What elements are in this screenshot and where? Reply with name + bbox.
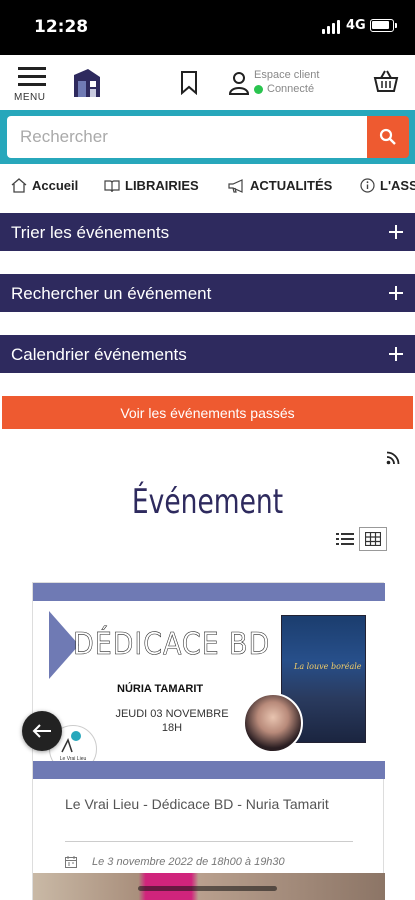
hamburger-line [18,75,46,78]
accordion-label: Calendrier événements [11,345,187,364]
page-title: Événement [131,482,284,522]
cart-icon[interactable] [373,69,399,98]
poster-date-line1: JEUDI 03 NOVEMBRE [115,708,229,720]
bookmark-icon[interactable] [180,71,198,100]
info-icon [360,178,375,193]
poster-author: NÚRIA TAMARIT [117,683,204,695]
logo-icon[interactable] [72,67,102,99]
grid-view-button[interactable] [359,527,387,551]
event-date-text: Le 3 novembre 2022 de 18h00 à 19h30 [92,856,285,868]
search-box [7,116,367,158]
menu-label: MENU [14,92,46,103]
book-cover-title: La louve boréale [294,662,362,671]
nav-item-label: ACTUALITÉS [250,178,333,193]
list-view-button[interactable] [331,527,359,551]
account-status: Connecté [254,82,319,96]
connected-dot-icon [254,84,263,94]
event-poster: DÉDICACE BD NÚRIA TAMARIT JEUDI 03 NOVEM… [33,583,385,779]
hamburger-icon [18,67,46,70]
plus-icon [389,347,403,361]
home-indicator[interactable] [138,886,277,891]
account-status-label: Connecté [267,83,315,95]
poster-date-line2: 18H [161,722,183,734]
nav-item-accueil[interactable]: Accueil [11,178,78,193]
nav-item-association[interactable]: L'ASS [360,178,415,193]
signal-icon [322,20,342,34]
nav-item-label: Accueil [32,178,79,193]
back-button[interactable] [22,711,62,751]
nav-item-label: L'ASS [380,178,415,193]
menu-button[interactable]: MENU [14,67,52,103]
plus-icon [389,225,403,239]
poster-band [33,761,385,779]
poster-headline: DÉDICACE BD [73,627,271,663]
author-portrait [243,693,303,753]
calendar-icon [65,856,77,868]
main-nav: Accueil LIBRAIRIES ACTUALITÉS L'ASS [0,164,415,208]
accordion-search-event[interactable]: Rechercher un événement [0,274,415,312]
list-icon [336,533,354,545]
past-events-button[interactable]: Voir les événements passés [2,396,413,429]
user-icon[interactable] [228,71,250,100]
event-title[interactable]: Le Vrai Lieu - Dédicace BD - Nuria Tamar… [65,797,365,812]
arrow-left-icon [32,724,51,738]
accordion-calendar[interactable]: Calendrier événements [0,335,415,373]
poster-band [33,583,385,601]
accordion-sort-events[interactable]: Trier les événements [0,213,415,251]
search-input[interactable] [7,116,367,158]
book-icon [104,179,120,192]
home-icon [11,178,27,193]
event-date: Le 3 novembre 2022 de 18h00 à 19h30 [65,856,285,868]
plus-icon [389,286,403,300]
megaphone-icon [228,178,243,193]
poster-date: JEUDI 03 NOVEMBRE 18H [107,707,237,735]
battery-icon [370,19,397,32]
hamburger-line [18,83,46,86]
app-header: MENU Espace client Connecté [0,55,415,110]
search-bar [0,110,415,164]
account-title: Espace client [254,69,320,81]
nav-item-label: LIBRAIRIES [125,178,199,193]
status-time: 12:28 [34,17,89,37]
search-icon [379,128,396,145]
divider [65,841,353,842]
accordion-label: Rechercher un événement [11,284,212,303]
search-button[interactable] [367,116,409,158]
event-card[interactable]: DÉDICACE BD NÚRIA TAMARIT JEUDI 03 NOVEM… [32,582,385,900]
nav-item-librairies[interactable]: LIBRAIRIES [104,178,199,193]
view-toggle [331,527,387,551]
network-type: 4G [346,18,366,33]
rss-icon[interactable] [386,451,400,470]
nav-item-actualites[interactable]: ACTUALITÉS [228,178,332,193]
accordion-label: Trier les événements [11,223,170,242]
status-bar: 12:28 4G [0,0,415,55]
grid-icon [365,532,381,546]
account-link[interactable]: Espace client Connecté [254,68,319,96]
